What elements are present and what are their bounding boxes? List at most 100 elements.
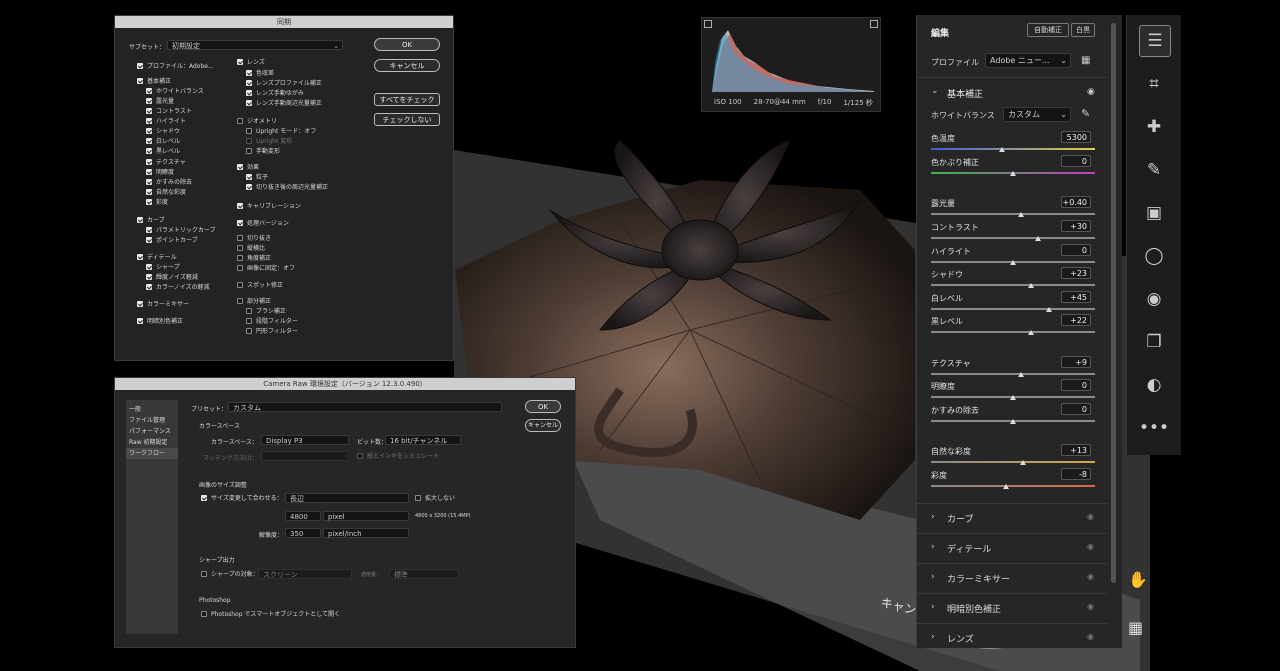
slider-track[interactable]	[931, 331, 1095, 333]
sync-checkbox[interactable]: レンズプロファイル補正	[246, 79, 322, 88]
wb-dropdown[interactable]: カスタム ⌄	[1003, 107, 1071, 122]
amount-dropdown[interactable]: 標準	[389, 569, 459, 579]
sync-checkbox[interactable]: 露光量	[146, 97, 174, 106]
eye-icon[interactable]: ◉	[1087, 87, 1095, 97]
slider-thumb[interactable]	[1028, 283, 1035, 288]
slider-thumb[interactable]	[1003, 484, 1010, 489]
sync-checkbox[interactable]: ホワイトバランス	[146, 87, 204, 96]
sync-checkbox[interactable]: コントラスト	[146, 107, 192, 116]
sync-checkbox[interactable]: 輝度ノイズ軽減	[146, 273, 198, 282]
sharpen-checkbox[interactable]: シャープの対象：	[201, 570, 259, 579]
section-row[interactable]: › カーブ ◉	[917, 503, 1107, 532]
sync-checkbox[interactable]: 色収差	[246, 69, 274, 78]
slider-track[interactable]	[931, 308, 1095, 310]
panel-scrollbar[interactable]	[1111, 23, 1116, 583]
size-unit-dropdown[interactable]: pixel	[323, 511, 409, 521]
slider-thumb[interactable]	[1018, 212, 1025, 217]
sync-checkbox[interactable]: パラメトリックカーブ	[146, 226, 215, 235]
hand-icon[interactable]: ✋	[1128, 570, 1148, 589]
sync-checkbox[interactable]: レンズ手動ゆがみ	[246, 89, 304, 98]
slider-value-input[interactable]: +45	[1061, 291, 1091, 303]
sync-checkbox[interactable]: シャープ	[146, 263, 180, 272]
res-unit-dropdown[interactable]: pixel/inch	[323, 528, 409, 538]
slider-track[interactable]	[931, 213, 1095, 215]
sync-checkbox[interactable]: スポット修正	[237, 281, 283, 290]
chevron-down-icon[interactable]: ⌄	[931, 86, 939, 96]
prefs-cancel-button[interactable]: キャンセル	[525, 419, 561, 432]
sync-checkbox[interactable]: 切り抜き後の周辺光量補正	[246, 183, 328, 192]
sync-checkbox[interactable]: テクスチャ	[146, 158, 186, 167]
slider-track[interactable]	[931, 148, 1095, 150]
sync-checkbox[interactable]: 処理バージョン	[237, 219, 289, 228]
healing-icon[interactable]: ✚	[1139, 112, 1169, 142]
slider-value-input[interactable]: 0	[1061, 244, 1091, 256]
colorspace-dropdown[interactable]: Display P3	[261, 435, 349, 445]
redeye-icon[interactable]: ◉	[1139, 284, 1169, 314]
size-input[interactable]: 4800	[285, 511, 321, 521]
sync-checkbox[interactable]: 白レベル	[146, 137, 180, 146]
slider-value-input[interactable]: +13	[1061, 444, 1091, 456]
eyedropper-icon[interactable]: ✎	[1081, 107, 1090, 120]
bw-button[interactable]: 白黒	[1071, 23, 1095, 37]
sync-checkbox[interactable]: ブラシ補正	[246, 307, 286, 316]
brush-icon[interactable]: ✎	[1139, 155, 1169, 185]
section-row[interactable]: › ディテール ◉	[917, 533, 1107, 562]
sync-checkbox[interactable]: 粒子	[246, 173, 268, 182]
slider-value-input[interactable]: +9	[1061, 356, 1091, 368]
sync-checkbox[interactable]: 明暗別色補正	[137, 317, 183, 326]
slider-value-input[interactable]: +23	[1061, 267, 1091, 279]
res-input[interactable]: 350	[285, 528, 321, 538]
slider-track[interactable]	[931, 373, 1095, 375]
enlarge-checkbox[interactable]: 拡大しない	[415, 494, 455, 503]
slider-thumb[interactable]	[1018, 372, 1025, 377]
sync-checkbox[interactable]: 手動変形	[246, 147, 280, 156]
snapshots-icon[interactable]: ◐	[1139, 370, 1169, 400]
sync-checkbox[interactable]: 画像に固定：オフ	[237, 264, 295, 273]
sync-checkbox[interactable]: かすみの除去	[146, 178, 192, 187]
slider-thumb[interactable]	[998, 147, 1005, 152]
slider-value-input[interactable]: +30	[1061, 220, 1091, 232]
basic-section-title[interactable]: 基本補正	[947, 87, 983, 100]
eye-icon[interactable]: ◉	[1087, 602, 1094, 611]
slider-value-input[interactable]: 0	[1061, 403, 1091, 415]
section-row[interactable]: › カラーミキサー ◉	[917, 563, 1107, 592]
preset-dropdown[interactable]: カスタム	[228, 402, 502, 412]
simulate-checkbox[interactable]: 紙とインキをシミュレート	[357, 452, 439, 461]
sync-checkbox[interactable]: ディテール	[137, 253, 177, 262]
slider-thumb[interactable]	[1046, 307, 1053, 312]
more-icon[interactable]: •••	[1139, 413, 1169, 443]
intent-dropdown[interactable]	[261, 451, 349, 461]
fit-checkbox[interactable]: サイズ変更して合わせる：	[201, 494, 283, 503]
slider-thumb[interactable]	[1010, 419, 1016, 424]
sharpen-dropdown[interactable]: スクリーン	[258, 569, 352, 579]
slider-track[interactable]	[931, 237, 1095, 239]
slider-thumb[interactable]	[1010, 395, 1016, 400]
sync-checkbox[interactable]: Upright モード：オフ	[246, 127, 316, 136]
prefs-nav-item[interactable]: Raw 初期設定	[126, 437, 178, 448]
sync-checkbox[interactable]: 黒レベル	[146, 147, 180, 156]
sync-checkbox[interactable]: 基本補正	[137, 77, 171, 86]
smart-object-checkbox[interactable]: Photoshop でスマートオブジェクトとして開く	[201, 610, 340, 619]
slider-thumb[interactable]	[1028, 330, 1035, 335]
sync-checkbox[interactable]: レンズ手動周辺光量補正	[246, 99, 322, 108]
slider-thumb[interactable]	[1034, 236, 1041, 241]
prefs-nav-item[interactable]: ファイル管理	[126, 415, 178, 426]
sync-checkbox[interactable]: プロファイル：Adobe...	[137, 62, 214, 71]
slider-thumb[interactable]	[1010, 171, 1016, 176]
check-none-button[interactable]: チェックしない	[374, 113, 440, 126]
section-row[interactable]: › レンズ ◉	[917, 623, 1107, 652]
auto-button[interactable]: 自動補正	[1027, 23, 1069, 37]
sync-checkbox[interactable]: レンズ	[237, 58, 265, 67]
prefs-nav-item[interactable]: 一般	[126, 404, 178, 415]
sync-checkbox[interactable]: 明瞭度	[146, 168, 174, 177]
sliders-icon[interactable]: ☰	[1139, 25, 1171, 57]
fit-dropdown[interactable]: 長辺	[285, 493, 409, 503]
sync-checkbox[interactable]: ハイライト	[146, 117, 186, 126]
sync-checkbox[interactable]: 彩度	[146, 198, 168, 207]
sync-checkbox[interactable]: カラーミキサー	[137, 300, 189, 309]
profile-dropdown[interactable]: Adobe ニュー... ⌄	[985, 53, 1071, 68]
sync-checkbox[interactable]: シャドウ	[146, 127, 180, 136]
sync-checkbox[interactable]: 円形フィルター	[246, 327, 298, 336]
subset-dropdown[interactable]: 初期設定 ⌄	[167, 40, 343, 50]
eye-icon[interactable]: ◉	[1087, 512, 1094, 521]
